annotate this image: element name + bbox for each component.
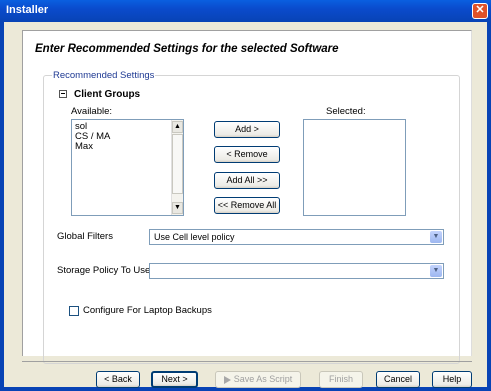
window-frame-right bbox=[487, 22, 491, 391]
save-as-script-label: Save As Script bbox=[233, 374, 293, 384]
finish-button-label: Finish bbox=[328, 374, 353, 384]
installer-window: Installer ✕ Enter Recommended Settings f… bbox=[0, 0, 491, 391]
next-button[interactable]: Next > bbox=[151, 371, 198, 388]
recommended-settings-group: Recommended Settings Client Groups Avail… bbox=[43, 70, 460, 364]
laptop-backups-label: Configure For Laptop Backups bbox=[83, 305, 212, 316]
add-button[interactable]: Add > bbox=[214, 121, 280, 138]
scroll-up-icon[interactable]: ▲ bbox=[172, 121, 183, 133]
remove-all-button[interactable]: << Remove All bbox=[214, 197, 280, 214]
footer-divider bbox=[22, 361, 472, 362]
help-button[interactable]: Help bbox=[432, 371, 472, 388]
client-groups-title: Client Groups bbox=[74, 89, 141, 100]
window-title: Installer bbox=[6, 4, 49, 16]
scroll-down-icon[interactable]: ▼ bbox=[172, 202, 183, 214]
back-button[interactable]: < Back bbox=[96, 371, 140, 388]
save-as-script-button[interactable]: Save As Script bbox=[215, 371, 301, 388]
group-legend: Recommended Settings bbox=[52, 70, 156, 81]
available-label: Available: bbox=[71, 106, 113, 117]
window-frame-left bbox=[0, 22, 4, 391]
chevron-down-icon[interactable]: ▼ bbox=[430, 231, 442, 243]
play-icon bbox=[223, 375, 231, 384]
cancel-button-label: Cancel bbox=[383, 374, 412, 384]
close-button[interactable]: ✕ bbox=[472, 3, 488, 19]
list-item[interactable]: Max bbox=[75, 141, 93, 152]
scroll-thumb[interactable] bbox=[172, 134, 183, 194]
storage-policy-select[interactable]: ▼ bbox=[149, 263, 444, 279]
selected-listbox[interactable] bbox=[303, 119, 406, 216]
next-button-label: Next > bbox=[161, 374, 188, 384]
global-filters-label: Global Filters bbox=[57, 231, 113, 242]
storage-policy-label: Storage Policy To Use bbox=[57, 265, 151, 276]
minus-box-icon[interactable] bbox=[59, 90, 67, 98]
back-button-label: < Back bbox=[104, 374, 132, 384]
vertical-scrollbar[interactable]: ▲ ▼ bbox=[171, 120, 183, 215]
laptop-backups-checkbox[interactable] bbox=[69, 306, 79, 316]
cancel-button[interactable]: Cancel bbox=[376, 371, 420, 388]
available-listbox[interactable]: sol CS / MA Max ▲ ▼ bbox=[71, 119, 184, 216]
content-panel: Enter Recommended Settings for the selec… bbox=[22, 30, 472, 364]
chevron-down-icon[interactable]: ▼ bbox=[430, 265, 442, 277]
global-filters-value: Use Cell level policy bbox=[154, 232, 235, 242]
selected-label: Selected: bbox=[326, 106, 366, 117]
page-heading: Enter Recommended Settings for the selec… bbox=[35, 43, 339, 55]
global-filters-select[interactable]: Use Cell level policy ▼ bbox=[149, 229, 444, 245]
remove-button[interactable]: < Remove bbox=[214, 146, 280, 163]
title-bar[interactable]: Installer ✕ bbox=[0, 0, 491, 22]
help-button-label: Help bbox=[442, 374, 462, 384]
finish-button[interactable]: Finish bbox=[319, 371, 363, 388]
add-all-button[interactable]: Add All >> bbox=[214, 172, 280, 189]
